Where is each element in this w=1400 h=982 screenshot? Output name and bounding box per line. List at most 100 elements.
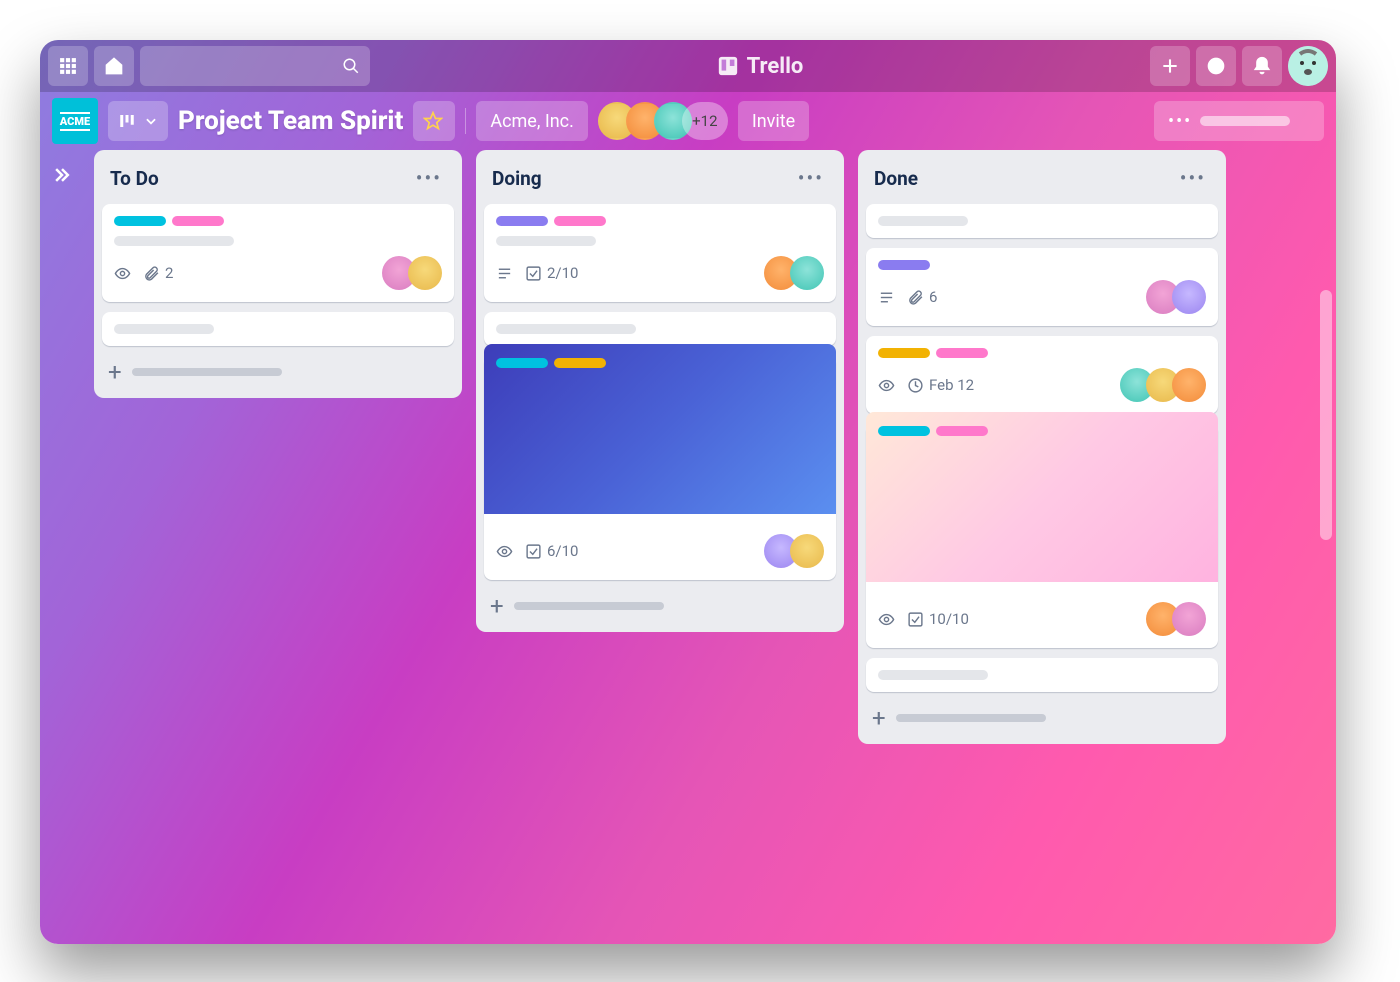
- user-avatar[interactable]: [1288, 46, 1328, 86]
- board-main: To Do ••• 2: [40, 150, 1336, 944]
- description-badge: [878, 289, 895, 306]
- bell-icon: [1252, 56, 1272, 76]
- card[interactable]: [484, 312, 836, 346]
- list-title[interactable]: Done: [874, 167, 918, 190]
- board-canvas[interactable]: To Do ••• 2: [84, 150, 1336, 944]
- label-purple[interactable]: [878, 260, 930, 270]
- card[interactable]: 10/10: [866, 424, 1218, 648]
- notifications-button[interactable]: [1242, 46, 1282, 86]
- member-avatar[interactable]: [408, 256, 442, 290]
- placeholder: [896, 714, 1046, 722]
- board-header: ACME Project Team Spirit Acme, Inc. +12 …: [40, 92, 1336, 150]
- member-overflow-count[interactable]: +12: [682, 102, 728, 140]
- list-title[interactable]: Doing: [492, 167, 542, 190]
- list-title[interactable]: To Do: [110, 167, 159, 190]
- card[interactable]: [102, 312, 454, 346]
- list-done: Done ••• 6: [858, 150, 1226, 744]
- sidebar-rail: [40, 150, 84, 944]
- card[interactable]: 2/10: [484, 204, 836, 302]
- card-footer: Feb 12: [878, 368, 1206, 402]
- member-avatar[interactable]: [1172, 602, 1206, 636]
- chevron-down-icon: [144, 114, 158, 128]
- eye-icon: [496, 543, 513, 560]
- attachment-icon: [907, 289, 924, 306]
- board-scrollbar[interactable]: [1316, 290, 1332, 924]
- clock-icon: [907, 377, 924, 394]
- label-pink[interactable]: [936, 348, 988, 358]
- card[interactable]: 6/10: [484, 356, 836, 580]
- expand-sidebar-button[interactable]: [47, 160, 77, 190]
- invite-button[interactable]: Invite: [738, 101, 809, 141]
- info-button[interactable]: [1196, 46, 1236, 86]
- list-menu-button[interactable]: •••: [1176, 164, 1210, 192]
- card[interactable]: Feb 12: [866, 336, 1218, 414]
- card-footer: 6: [878, 280, 1206, 314]
- board-members[interactable]: +12: [598, 102, 728, 140]
- card[interactable]: 2: [102, 204, 454, 302]
- watch-badge: [496, 543, 513, 560]
- list-menu-button[interactable]: •••: [412, 164, 446, 192]
- scrollbar-thumb[interactable]: [1320, 290, 1332, 540]
- label-cyan[interactable]: [878, 426, 930, 436]
- board-icon: [118, 112, 136, 130]
- label-pink[interactable]: [554, 216, 606, 226]
- description-icon: [496, 265, 513, 282]
- add-card-button[interactable]: +: [866, 702, 1218, 734]
- placeholder: [1200, 116, 1290, 126]
- ellipsis-icon: •••: [1168, 111, 1192, 132]
- add-card-button[interactable]: +: [102, 356, 454, 388]
- member-avatar[interactable]: [1172, 368, 1206, 402]
- chevron-double-right-icon: [52, 165, 72, 185]
- label-purple[interactable]: [496, 216, 548, 226]
- card-footer: 10/10: [878, 602, 1206, 636]
- search-icon: [342, 57, 360, 75]
- card[interactable]: 6: [866, 248, 1218, 326]
- avatar-icon: [1288, 46, 1328, 86]
- label-cyan[interactable]: [114, 216, 166, 226]
- board-switcher[interactable]: [108, 101, 168, 141]
- member-avatar[interactable]: [790, 256, 824, 290]
- apps-button[interactable]: [48, 46, 88, 86]
- board-menu-button[interactable]: •••: [1154, 101, 1324, 141]
- watch-badge: [878, 377, 895, 394]
- label-pink[interactable]: [936, 426, 988, 436]
- watch-badge: [878, 611, 895, 628]
- member-avatar[interactable]: [1172, 280, 1206, 314]
- card-title-placeholder: [878, 670, 988, 680]
- card-footer: 2: [114, 256, 442, 290]
- member-avatar[interactable]: [790, 534, 824, 568]
- attachment-badge: 6: [907, 288, 937, 306]
- card[interactable]: [866, 658, 1218, 692]
- checklist-badge: 2/10: [525, 264, 578, 282]
- card-labels: [878, 260, 1206, 270]
- plus-icon: [1160, 56, 1180, 76]
- workspace-logo[interactable]: ACME: [52, 98, 98, 144]
- label-cyan[interactable]: [496, 358, 548, 368]
- card[interactable]: [866, 204, 1218, 238]
- checklist-icon: [525, 543, 542, 560]
- list-header: Done •••: [866, 160, 1218, 194]
- label-yellow[interactable]: [878, 348, 930, 358]
- divider: [465, 108, 466, 134]
- team-name-chip[interactable]: Acme, Inc.: [476, 101, 588, 141]
- label-pink[interactable]: [172, 216, 224, 226]
- search-input[interactable]: [140, 46, 370, 86]
- create-button[interactable]: [1150, 46, 1190, 86]
- info-icon: [1206, 56, 1226, 76]
- label-yellow[interactable]: [554, 358, 606, 368]
- card-title-placeholder: [114, 324, 214, 334]
- list-menu-button[interactable]: •••: [794, 164, 828, 192]
- eye-icon: [878, 377, 895, 394]
- card-title-placeholder: [496, 236, 596, 246]
- star-button[interactable]: [413, 101, 455, 141]
- card-footer: 2/10: [496, 256, 824, 290]
- checklist-icon: [907, 611, 924, 628]
- card-cover: [866, 412, 1218, 582]
- add-card-button[interactable]: +: [484, 590, 836, 622]
- home-button[interactable]: [94, 46, 134, 86]
- card-labels: [114, 216, 442, 226]
- board-title[interactable]: Project Team Spirit: [178, 106, 403, 136]
- attachment-badge: 2: [143, 264, 173, 282]
- home-icon: [104, 56, 124, 76]
- due-date-badge: Feb 12: [907, 376, 974, 394]
